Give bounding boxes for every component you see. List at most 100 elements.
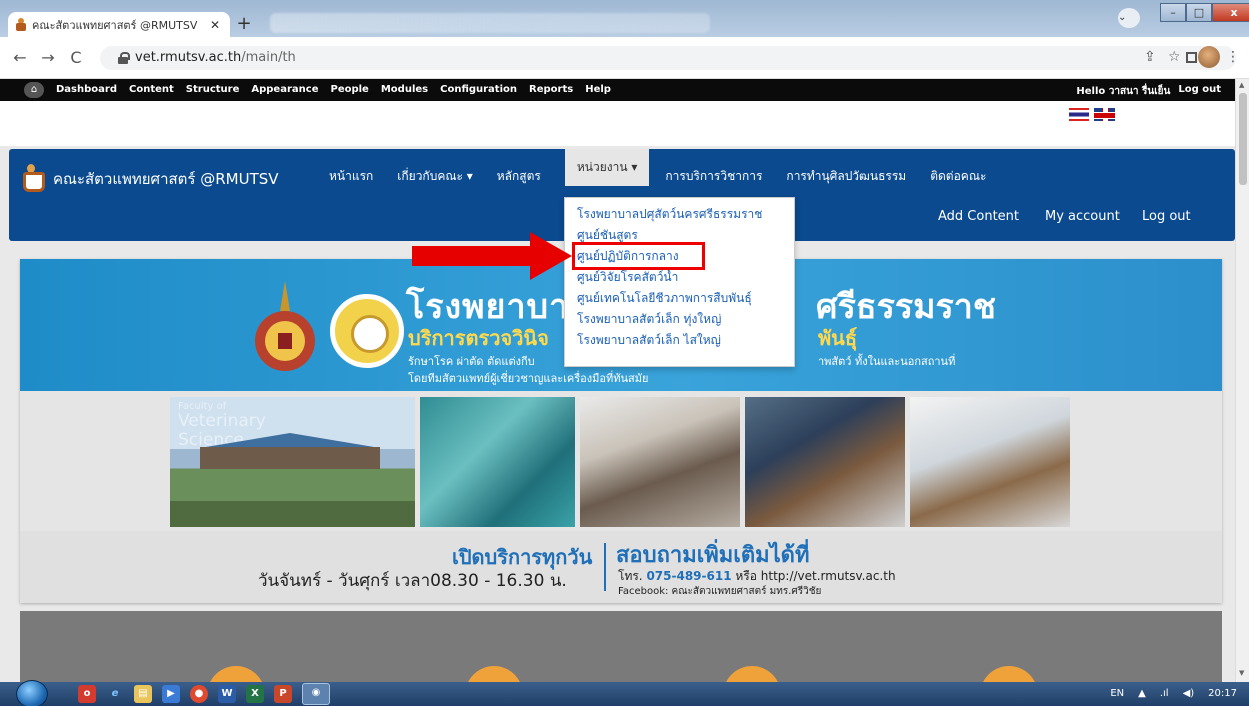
browser-tab-active[interactable]: คณะสัตวแพทยศาสตร์ @RMUTSV ✕	[8, 12, 230, 37]
admin-link-help[interactable]: Help	[585, 84, 611, 95]
home-icon[interactable]: ⌂	[24, 82, 44, 98]
main-menu: หน้าแรก เกี่ยวกับคณะ ▾ หลักสูตร หน่วยงาน…	[329, 149, 1010, 186]
share-icon[interactable]: ⇪	[1144, 49, 1156, 65]
tab-search-chevron-icon[interactable]: ⌄	[1118, 8, 1140, 28]
services-section	[20, 611, 1222, 682]
admin-menu: Dashboard Content Structure Appearance P…	[56, 84, 611, 95]
menu-item-contact[interactable]: ติดต่อคณะ	[930, 167, 986, 186]
minimize-button[interactable]: –	[1160, 3, 1186, 22]
site-name[interactable]: คณะสัตวแพทยศาสตร์ @RMUTSV	[53, 167, 279, 191]
banner-services-left: รักษาโรค ผ่าตัด ตัดแต่งกีบ	[408, 355, 535, 368]
banner-photo-strip: Faculty of Veterinary Science	[170, 397, 1070, 527]
examination-photo	[580, 397, 740, 527]
profile-avatar[interactable]	[1198, 46, 1220, 68]
uk-flag-icon[interactable]	[1094, 108, 1115, 121]
dropdown-item-aquatic-research[interactable]: ศูนย์วิจัยโรคสัตว์น้ำ	[565, 267, 794, 288]
admin-link-dashboard[interactable]: Dashboard	[56, 84, 117, 95]
lock-icon[interactable]	[118, 52, 130, 64]
my-account-link[interactable]: My account	[1045, 209, 1120, 224]
reload-button[interactable]: C	[66, 48, 86, 67]
menu-item-about[interactable]: เกี่ยวกับคณะ ▾	[397, 167, 472, 186]
maximize-button[interactable]: □	[1186, 3, 1212, 22]
cattle-treatment-photo	[745, 397, 905, 527]
dropdown-item-small-animal-saiyai[interactable]: โรงพยาบาลสัตว์เล็ก ไสใหญ่	[565, 330, 794, 351]
page-viewport: คณะสัตวแพทยศาสตร์ @RMUTSV หน้าแรก เกี่ยว…	[0, 101, 1235, 682]
other-tabs-blurred[interactable]	[270, 13, 710, 33]
word-icon[interactable]: W	[218, 685, 236, 703]
close-window-button[interactable]: x	[1212, 3, 1249, 22]
menu-item-culture[interactable]: การทำนุศิลปวัฒนธรรม	[786, 167, 906, 186]
dropdown-item-reproductive-biotech[interactable]: ศูนย์เทคโนโลยีชีวภาพการสืบพันธุ์	[565, 288, 794, 309]
banner-subtitle-right: พันธุ์	[818, 326, 858, 350]
address-toolbar: ← → C vet.rmutsv.ac.th/main/th ⇪ ☆ ⋮	[0, 37, 1249, 79]
media-player-icon[interactable]: ▶	[162, 685, 180, 703]
banner-subtitle-left: บริการตรวจวินิจ	[408, 326, 549, 350]
menu-item-units[interactable]: หน่วยงาน ▾	[564, 149, 650, 186]
admin-user-area: Hello วาสนา รื่นเย็น Log out	[1076, 84, 1221, 99]
start-button[interactable]	[16, 680, 48, 706]
building-shape	[200, 447, 380, 469]
browser-tab-strip: คณะสัตวแพทยศาสตร์ @RMUTSV ✕ + ⌄ – □ x	[0, 0, 1249, 37]
back-button[interactable]: ←	[10, 48, 30, 67]
file-explorer-icon[interactable]: ▤	[134, 685, 152, 703]
red-arrow-annotation	[412, 232, 572, 280]
url-text[interactable]: vet.rmutsv.ac.th/main/th	[135, 50, 296, 65]
university-seal-icon	[255, 281, 315, 371]
units-dropdown-menu: โรงพยาบาลปศุสัตว์นครศรีธรรมราช ศูนย์ชันส…	[564, 197, 795, 367]
dropdown-item-livestock-hospital[interactable]: โรงพยาบาลปศุสัตว์นครศรีธรรมราช	[565, 204, 794, 225]
admin-link-people[interactable]: People	[330, 84, 368, 95]
tab-title: คณะสัตวแพทยศาสตร์ @RMUTSV	[32, 18, 198, 32]
clock[interactable]: 20:17	[1208, 688, 1237, 699]
admin-toolbar: ⌂ Dashboard Content Structure Appearance…	[0, 79, 1235, 101]
excel-icon[interactable]: X	[246, 685, 264, 703]
banner-team-line: โดยทีมสัตวแพทย์ผู้เชี่ยวชาญและเครื่องมือ…	[408, 372, 649, 385]
thai-flag-icon[interactable]	[1069, 108, 1089, 121]
site-favicon-icon	[16, 18, 26, 31]
windows-taskbar: o e ▤ ▶ ● W X P ◉ EN ▲ .ıl ◀) 20:17	[0, 680, 1249, 706]
highlight-box-annotation	[572, 242, 705, 270]
bookmark-star-icon[interactable]: ☆	[1168, 49, 1181, 65]
admin-link-appearance[interactable]: Appearance	[251, 84, 318, 95]
admin-link-modules[interactable]: Modules	[381, 84, 428, 95]
surgery-photo	[420, 397, 575, 527]
taskbar-app-icon[interactable]: o	[78, 685, 96, 703]
chrome-taskbar-icon[interactable]: ●	[190, 685, 208, 703]
admin-link-content[interactable]: Content	[129, 84, 174, 95]
scroll-up-icon[interactable]: ▲	[1239, 81, 1244, 89]
faculty-logo-icon[interactable]	[23, 164, 45, 192]
menu-item-academic-service[interactable]: การบริการวิชาการ	[665, 167, 762, 186]
page-scrollbar[interactable]: ▲ ▼	[1235, 79, 1249, 682]
hello-label: Hello	[1076, 86, 1106, 97]
dropdown-item-small-animal-thungyai[interactable]: โรงพยาบาลสัตว์เล็ก ทุ่งใหญ่	[565, 309, 794, 330]
side-panel-icon[interactable]	[1186, 52, 1197, 63]
admin-link-configuration[interactable]: Configuration	[440, 84, 517, 95]
banner-services-right: าพสัตว์ ทั้งในและนอกสถานที่	[818, 355, 956, 368]
admin-link-structure[interactable]: Structure	[186, 84, 240, 95]
scroll-down-icon[interactable]: ▼	[1239, 669, 1244, 677]
powerpoint-icon[interactable]: P	[274, 685, 292, 703]
admin-logout-link[interactable]: Log out	[1178, 84, 1221, 99]
volume-icon[interactable]: ◀)	[1183, 688, 1195, 699]
network-icon[interactable]: .ıl	[1160, 688, 1169, 699]
admin-link-reports[interactable]: Reports	[529, 84, 573, 95]
browser-menu-icon[interactable]: ⋮	[1226, 49, 1240, 65]
banner-info-band: เปิดบริการทุกวัน วันจันทร์ - วันศุกร์ เว…	[20, 531, 1222, 603]
forward-button[interactable]: →	[38, 48, 58, 67]
site-logout-link[interactable]: Log out	[1142, 209, 1191, 224]
tray-arrow-icon[interactable]: ▲	[1138, 688, 1146, 699]
admin-user-link[interactable]: วาสนา รื่นเย็น	[1109, 86, 1171, 97]
scrollbar-thumb[interactable]	[1239, 93, 1247, 185]
add-content-link[interactable]: Add Content	[938, 209, 1019, 224]
faculty-seal-icon	[330, 294, 404, 368]
menu-item-curriculum[interactable]: หลักสูตร	[497, 167, 541, 186]
language-indicator[interactable]: EN	[1110, 688, 1124, 699]
tab-close-icon[interactable]: ✕	[208, 18, 222, 32]
new-tab-button[interactable]: +	[233, 14, 255, 34]
system-tray: EN ▲ .ıl ◀) 20:17	[1110, 688, 1237, 699]
internet-explorer-icon[interactable]: e	[106, 685, 124, 703]
menu-item-home[interactable]: หน้าแรก	[329, 167, 373, 186]
opening-hours-text: วันจันทร์ - วันศุกร์ เวลา08.30 - 16.30 น…	[258, 571, 567, 591]
cattle-stalls-photo	[910, 397, 1070, 527]
faculty-building-photo: Faculty of Veterinary Science	[170, 397, 415, 527]
chrome-active-task-icon[interactable]: ◉	[302, 683, 330, 705]
